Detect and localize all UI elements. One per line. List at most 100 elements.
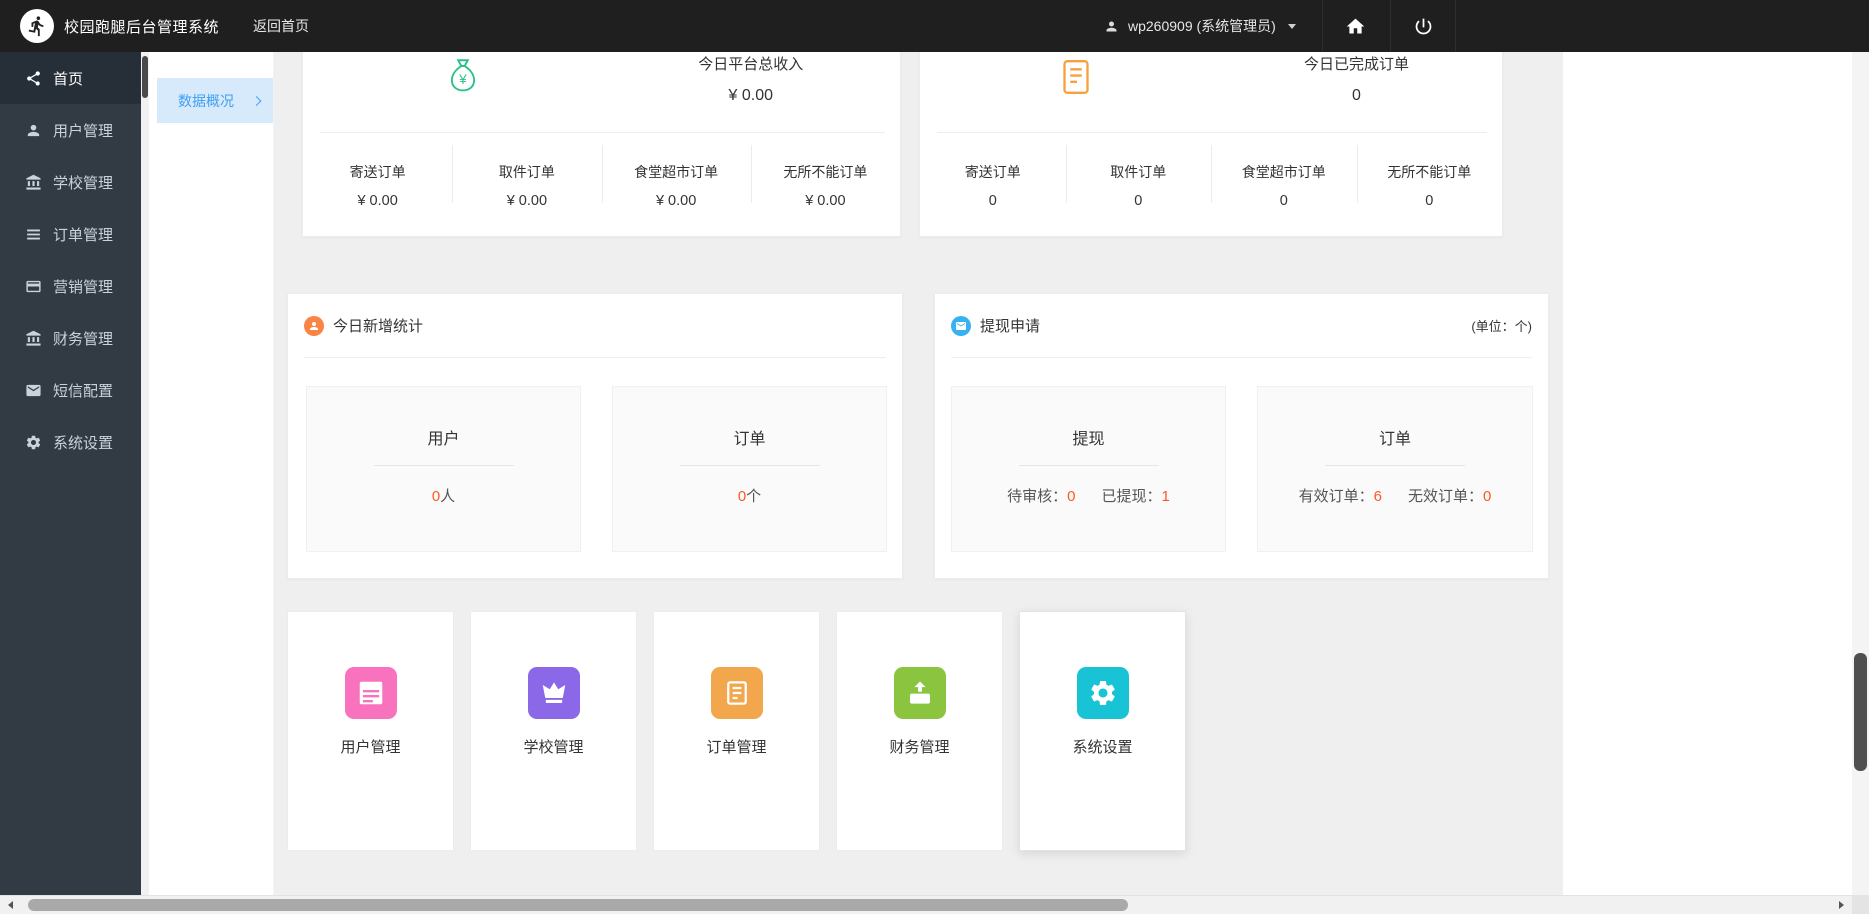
subnav-item-data-overview[interactable]: 数据概况 [157, 78, 273, 123]
box-number: 0 [737, 488, 747, 505]
sidebar-scroll-thumb[interactable] [142, 56, 148, 98]
horizontal-scroll-thumb[interactable] [28, 899, 1128, 911]
vertical-scroll-thumb[interactable] [1854, 653, 1867, 771]
sidebar-item-order-mgmt[interactable]: 订单管理 [0, 208, 141, 260]
bank-icon [26, 330, 41, 346]
stat-item: 寄送订单 ¥ 0.00 [303, 143, 452, 236]
stat-value: ¥ 0.00 [506, 193, 548, 209]
stat-box-orders: 订单 0个 [612, 386, 887, 552]
shortcut-user-mgmt[interactable]: 用户管理 [287, 611, 454, 851]
user-menu[interactable]: wp260909 (系统管理员) [1090, 0, 1310, 52]
stat-box-withdrawals: 提现 待审核：0 已提现：1 [951, 386, 1226, 552]
stat-item: 取件订单 0 [1065, 143, 1212, 236]
mail-icon [26, 384, 41, 396]
shortcut-finance-mgmt[interactable]: 财务管理 [836, 611, 1003, 851]
stat-label: 寄送订单 [964, 164, 1021, 180]
stat-number: 0 [1067, 488, 1076, 505]
stat-value: ¥ 0.00 [655, 193, 697, 209]
sidebar-item-user-mgmt[interactable]: 用户管理 [0, 104, 141, 156]
box-unit: 个 [746, 488, 762, 505]
scroll-left-arrow-icon[interactable] [1, 896, 20, 914]
shortcut-label: 订单管理 [706, 739, 767, 756]
topbar: 校园跑腿后台管理系统 返回首页 wp260909 (系统管理员) [0, 0, 1869, 52]
stat-number: 6 [1373, 488, 1382, 505]
box-value: 有效订单：6 无效订单：0 [1299, 485, 1492, 506]
stat-value: 0 [1425, 193, 1434, 209]
shortcut-label: 学校管理 [523, 739, 584, 756]
stat-box-users: 用户 0人 [306, 386, 581, 552]
box-divider [1018, 465, 1159, 466]
stat-number: 1 [1161, 488, 1170, 505]
svg-text:¥: ¥ [458, 72, 467, 87]
withdraw-card: 提现申请 (单位：个) 提现 待审核：0 已提现：1 订单 有效订单：6 无效订… [934, 293, 1549, 579]
income-card: ¥ 今日平台总收入 ¥ 0.00 寄送订单 ¥ 0.00 取件订单 ¥ 0.00… [302, 52, 901, 237]
money-bag-icon: ¥ [440, 54, 486, 100]
sidebar-item-label: 营销管理 [53, 278, 114, 296]
sidebar-item-marketing-mgmt[interactable]: 营销管理 [0, 260, 141, 312]
sidebar-item-system-settings[interactable]: 系统设置 [0, 416, 141, 468]
sidebar-item-finance-mgmt[interactable]: 财务管理 [0, 312, 141, 364]
completed-value: 0 [1352, 87, 1361, 104]
back-home-link[interactable]: 返回首页 [253, 0, 309, 52]
stat-label: 待审核： [1007, 488, 1068, 505]
list-icon [27, 229, 40, 239]
document-shortcut-icon [710, 667, 763, 719]
sidebar-item-label: 短信配置 [53, 382, 114, 400]
today-stats-card: 今日新增统计 用户 0人 订单 0个 [287, 293, 903, 579]
gear-icon [26, 435, 41, 449]
user-icon [1106, 21, 1117, 31]
stat-number: 0 [1483, 488, 1492, 505]
box-value: 0人 [432, 485, 455, 506]
sidebar-item-home[interactable]: 首页 [0, 52, 141, 104]
username: wp260909 (系统管理员) [1128, 18, 1276, 34]
home-icon [1346, 18, 1364, 33]
stat-label: 无效订单： [1408, 488, 1484, 505]
sidebar-item-sms-config[interactable]: 短信配置 [0, 364, 141, 416]
completed-orders-card: 今日已完成订单 0 寄送订单 0 取件订单 0 食堂超市订单 0 无所不能订单 … [919, 52, 1503, 237]
box-divider [679, 465, 820, 466]
shortcut-school-mgmt[interactable]: 学校管理 [470, 611, 637, 851]
cash-shortcut-icon [893, 667, 946, 719]
stat-value: ¥ 0.00 [357, 193, 398, 209]
card-icon [26, 280, 41, 292]
logout-button[interactable] [1390, 0, 1456, 52]
shortcut-label: 用户管理 [340, 739, 401, 756]
chevron-right-icon [251, 95, 262, 106]
income-stats: 寄送订单 ¥ 0.00 取件订单 ¥ 0.00 食堂超市订单 ¥ 0.00 无所… [303, 143, 900, 236]
shortcut-label: 系统设置 [1072, 739, 1133, 756]
box-value: 待审核：0 已提现：1 [1007, 485, 1170, 506]
shortcut-order-mgmt[interactable]: 订单管理 [653, 611, 820, 851]
shortcut-row: 用户管理 学校管理 订单管理 财务管理 系统设置 [287, 611, 1186, 851]
stat-item: 取件订单 ¥ 0.00 [452, 143, 601, 236]
shortcut-label: 财务管理 [889, 739, 950, 756]
stat-label: 食堂超市订单 [634, 164, 719, 180]
box-unit: 人 [440, 488, 456, 505]
subnav-item-label: 数据概况 [178, 92, 234, 109]
completed-title: 今日已完成订单 [1303, 56, 1409, 73]
card-header: 今日新增统计 [304, 294, 886, 358]
stat-label: 有效订单： [1298, 488, 1374, 505]
unit-note: (单位：个) [1471, 319, 1532, 334]
scroll-right-arrow-icon[interactable] [1832, 896, 1851, 914]
stat-label: 无所不能订单 [1387, 164, 1472, 180]
vertical-scrollbar[interactable] [1852, 52, 1869, 895]
power-icon [1415, 18, 1431, 34]
runner-icon [28, 16, 44, 37]
card-title: 提现申请 [980, 318, 1041, 335]
sidebar-item-school-mgmt[interactable]: 学校管理 [0, 156, 141, 208]
sidebar-scrollbar[interactable] [141, 52, 149, 895]
stat-item: 寄送订单 0 [920, 143, 1066, 236]
stat-value: ¥ 0.00 [805, 193, 846, 209]
sidebar-item-label: 首页 [53, 70, 84, 88]
horizontal-scrollbar[interactable] [0, 895, 1852, 914]
shortcut-system-settings[interactable]: 系统设置 [1019, 611, 1186, 851]
stat-item: 食堂超市订单 ¥ 0.00 [601, 143, 751, 236]
stat-label: 寄送订单 [349, 164, 406, 180]
home-button[interactable] [1322, 0, 1387, 52]
crown-shortcut-icon [527, 667, 580, 719]
stat-value: 0 [1134, 193, 1143, 209]
box-title: 提现 [1072, 431, 1105, 448]
box-divider [373, 465, 514, 466]
stat-label: 食堂超市订单 [1241, 164, 1326, 180]
divider [320, 132, 885, 133]
